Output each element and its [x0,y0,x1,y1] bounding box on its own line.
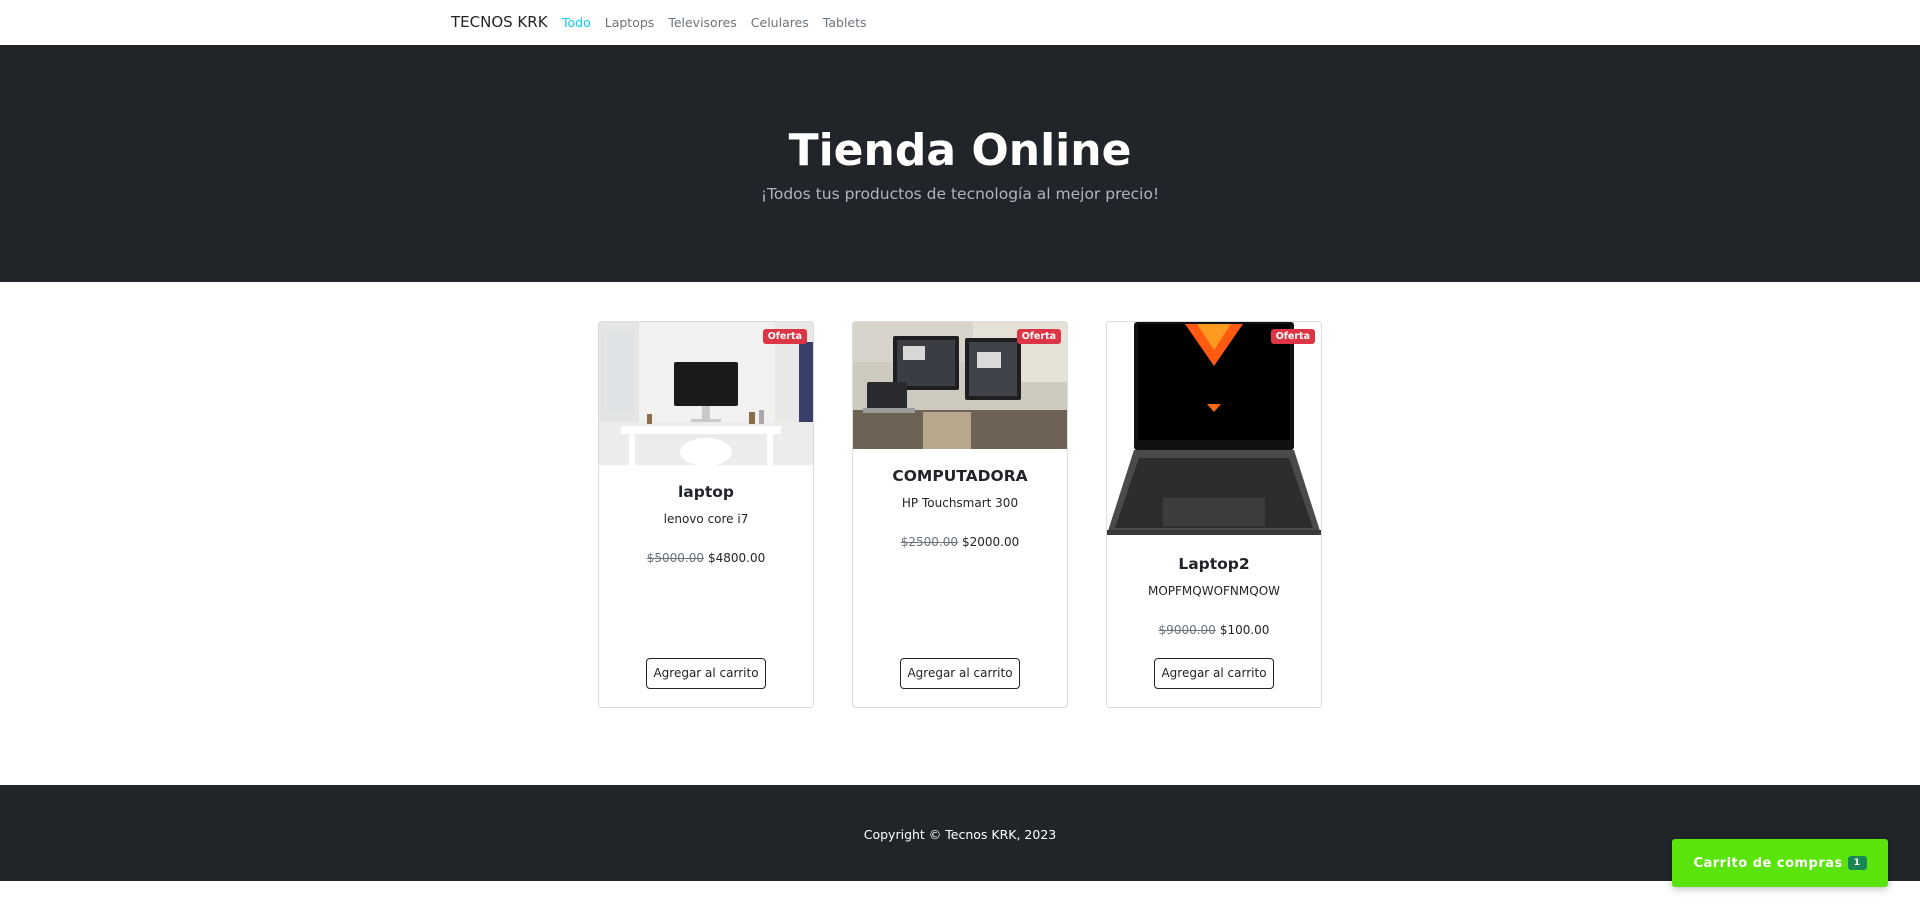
add-to-cart-button[interactable]: Agregar al carrito [900,658,1020,689]
copyright-text: Copyright © Tecnos KRK, 2023 [863,827,1057,842]
shopping-cart-button[interactable]: Carrito de compras 1 [1672,839,1888,887]
product-price: $2500.00 $2000.00 [853,535,1067,549]
old-price: $9000.00 [1158,623,1216,637]
add-to-cart-button[interactable]: Agregar al carrito [646,658,766,689]
cart-label: Carrito de compras [1693,855,1843,871]
navbar: TECNOS KRK Todo Laptops Televisores Celu… [0,0,1920,45]
product-name: laptop [677,483,735,501]
nav-link-tablets[interactable]: Tablets [823,15,867,30]
product-price: $5000.00 $4800.00 [599,551,813,565]
product-card: Oferta COMPUTADORA HP Touchsmart 300 $25… [852,321,1068,708]
product-price: $9000.00 $100.00 [1107,623,1321,637]
cart-count-badge: 1 [1847,856,1867,870]
nav-link-televisores[interactable]: Televisores [668,15,736,30]
product-name: Laptop2 [1178,555,1250,573]
page-title: Tienda Online [788,125,1132,176]
footer: Copyright © Tecnos KRK, 2023 [0,785,1920,881]
current-price: $2000.00 [962,535,1020,549]
offer-badge: Oferta [1270,329,1315,344]
product-image [1107,322,1321,536]
product-description: lenovo core i7 [663,512,749,526]
nav-link-laptops[interactable]: Laptops [605,15,655,30]
product-card: Oferta laptop lenovo core i7 $5000.00 $48… [598,321,814,708]
product-description: HP Touchsmart 300 [901,496,1019,510]
product-name: COMPUTADORA [892,467,1028,485]
offer-badge: Oferta [762,329,807,344]
brand-logo[interactable]: TECNOS KRK [451,13,548,31]
nav-link-todo[interactable]: Todo [562,15,591,30]
add-to-cart-button[interactable]: Agregar al carrito [1154,658,1274,689]
current-price: $100.00 [1219,623,1270,637]
product-description: MOPFMQWOFNMQOW [1147,584,1281,598]
offer-badge: Oferta [1016,329,1061,344]
hero-banner: Tienda Online ¡Todos tus productos de te… [0,45,1920,282]
nav-link-celulares[interactable]: Celulares [751,15,809,30]
nav-links: Todo Laptops Televisores Celulares Table… [562,15,867,30]
current-price: $4800.00 [708,551,766,565]
old-price: $5000.00 [646,551,704,565]
old-price: $2500.00 [900,535,958,549]
page-subtitle: ¡Todos tus productos de tecnología al me… [760,185,1160,203]
product-card: Oferta Laptop2 MOPFMQWOFNMQOW $9000.00 $1… [1106,321,1322,708]
